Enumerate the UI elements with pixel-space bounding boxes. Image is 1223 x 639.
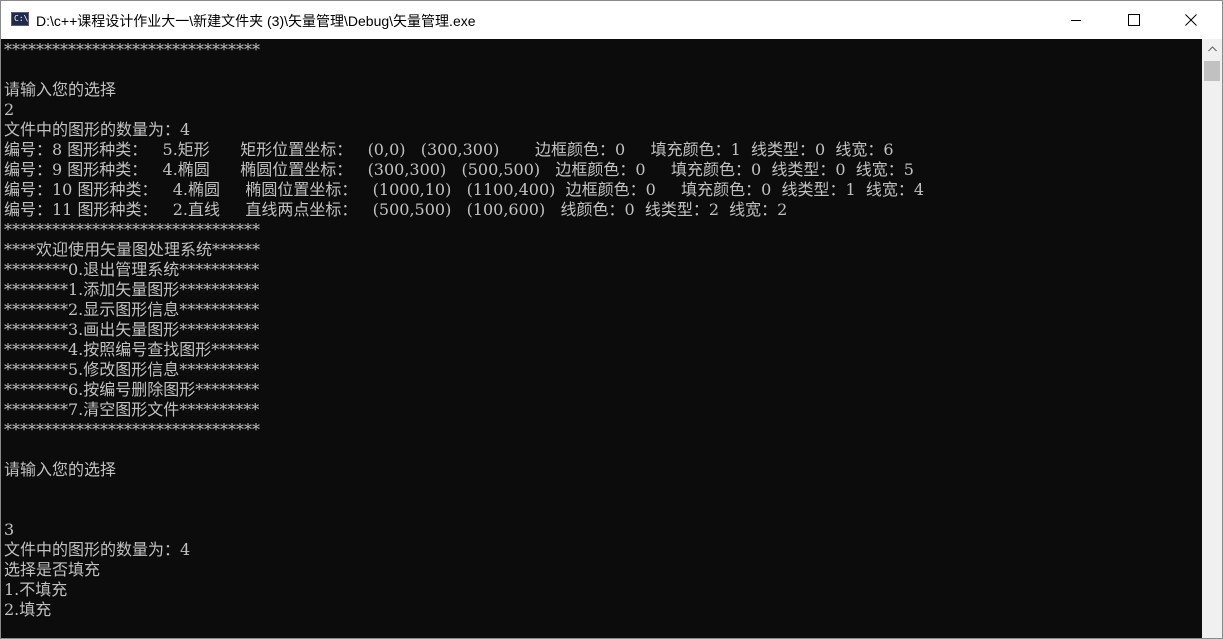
console-line: 3: [4, 520, 15, 539]
console-line: ********4.按照编号查找图形******: [4, 340, 260, 359]
scroll-up-button[interactable]: [1202, 39, 1222, 59]
console-line: 2: [4, 100, 15, 119]
console-line: ********5.修改图形信息**********: [4, 360, 260, 379]
console-line: ********6.按编号删除图形********: [4, 380, 260, 399]
console-line: ********************************: [4, 220, 260, 239]
console-line: ********************************: [4, 40, 260, 59]
console-line: ********0.退出管理系统**********: [4, 260, 260, 279]
console-line: 请输入您的选择: [4, 460, 117, 479]
console-line: 编号：11 图形种类： 2.直线 直线两点坐标： (500,500) (100,…: [4, 200, 788, 219]
close-button[interactable]: [1168, 1, 1214, 39]
console-line: 请输入您的选择: [4, 80, 117, 99]
console-line: 文件中的图形的数量为：4: [4, 120, 191, 139]
console-line: ********2.显示图形信息**********: [4, 300, 260, 319]
console-line: 选择是否填充: [4, 560, 101, 579]
console-line: ****欢迎使用矢量图处理系统******: [4, 240, 261, 259]
scrollbar-thumb[interactable]: [1204, 61, 1220, 81]
console-line: 2.填充: [4, 600, 52, 619]
minimize-button[interactable]: [1053, 1, 1099, 39]
console-line: ********7.清空图形文件**********: [4, 400, 260, 419]
console-output[interactable]: ******************************** 请输入您的选择 2…: [1, 39, 1201, 638]
console-line: 编号：9 图形种类： 4.椭圆 椭圆位置坐标： (300,300) (500,5…: [4, 160, 914, 179]
close-icon: [1185, 14, 1197, 26]
console-line: 编号：8 图形种类： 5.矩形 矩形位置坐标： (0,0) (300,300) …: [4, 140, 894, 159]
console-line: 1.不填充: [4, 580, 68, 599]
console-line: 文件中的图形的数量为：4: [4, 540, 191, 559]
console-line: ********3.画出矢量图形**********: [4, 320, 260, 339]
app-icon-label: C:\: [14, 14, 29, 23]
vertical-scrollbar[interactable]: [1202, 39, 1222, 638]
console-line: ********************************: [4, 420, 260, 439]
chevron-up-icon: [1207, 46, 1217, 52]
console-app-icon[interactable]: C:\: [11, 12, 29, 26]
title-bar[interactable]: C:\ D:\c++课程设计作业大一\新建文件夹 (3)\矢量管理\Debug\…: [1, 1, 1222, 39]
maximize-button[interactable]: [1111, 1, 1157, 39]
maximize-icon: [1128, 14, 1140, 26]
window-title: D:\c++课程设计作业大一\新建文件夹 (3)\矢量管理\Debug\矢量管理…: [36, 13, 476, 29]
console-line: ********1.添加矢量图形**********: [4, 280, 260, 299]
minimize-icon: [1071, 20, 1081, 21]
console-window: C:\ D:\c++课程设计作业大一\新建文件夹 (3)\矢量管理\Debug\…: [0, 0, 1223, 639]
console-line: 编号：10 图形种类： 4.椭圆 椭圆位置坐标： (1000,10) (1100…: [4, 180, 925, 199]
